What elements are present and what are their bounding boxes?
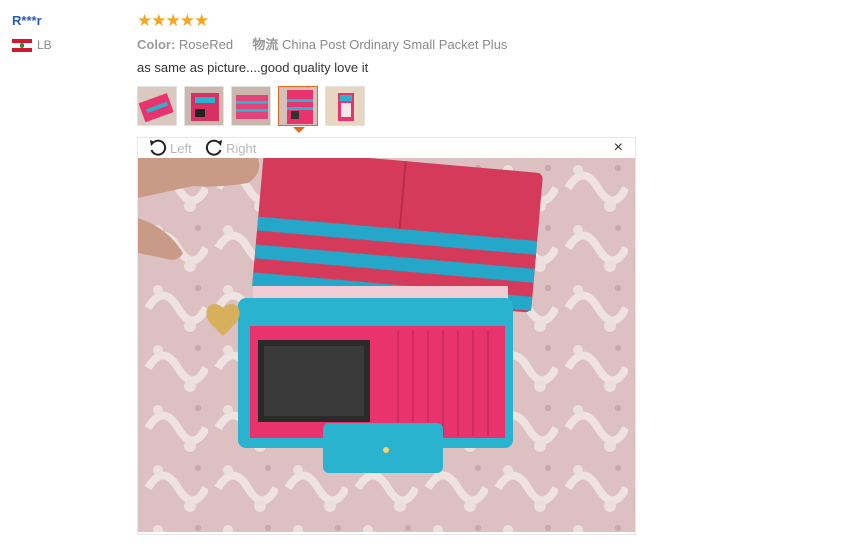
reviewer-name[interactable]: R***r	[12, 12, 52, 30]
shipping-label: 物流	[252, 37, 279, 52]
rotate-right-label: Right	[226, 140, 257, 156]
review-thumbnail[interactable]	[184, 86, 224, 126]
image-viewer: Left Right ×	[137, 137, 636, 535]
color-value: RoseRed	[178, 37, 234, 52]
review-thumbnail[interactable]	[231, 86, 271, 126]
review-meta: Color: RoseRed 物流 China Post Ordinary Sm…	[137, 36, 637, 53]
wallet-photo-image	[138, 158, 635, 532]
country-code: LB	[37, 38, 52, 52]
reviewer-info: R***r LB	[12, 12, 52, 52]
rotate-right-icon	[205, 139, 222, 156]
rotate-left-button[interactable]: Left	[148, 138, 192, 158]
review-photo	[138, 158, 635, 532]
review-text: as same as picture....good quality love …	[137, 60, 369, 75]
viewer-toolbar: Left Right ×	[138, 138, 635, 158]
review-thumbnail[interactable]	[325, 86, 365, 126]
reviewer-country: LB	[12, 38, 52, 52]
lebanon-flag-icon	[12, 38, 32, 52]
review-thumbnail-active[interactable]	[278, 86, 318, 126]
review-thumbnails	[137, 86, 372, 126]
rotate-left-icon	[150, 139, 167, 156]
color-label: Color:	[137, 37, 176, 52]
shipping-value: China Post Ordinary Small Packet Plus	[282, 37, 508, 52]
rotate-left-label: Left	[170, 140, 192, 156]
star-rating: ★★★★★	[137, 11, 209, 30]
active-thumbnail-pointer	[293, 127, 305, 133]
review-content: ★★★★★ Color: RoseRed 物流 China Post Ordin…	[137, 12, 637, 76]
close-viewer-button[interactable]: ×	[614, 139, 623, 157]
review-thumbnail[interactable]	[137, 86, 177, 126]
rotate-right-button[interactable]: Right	[204, 138, 256, 158]
